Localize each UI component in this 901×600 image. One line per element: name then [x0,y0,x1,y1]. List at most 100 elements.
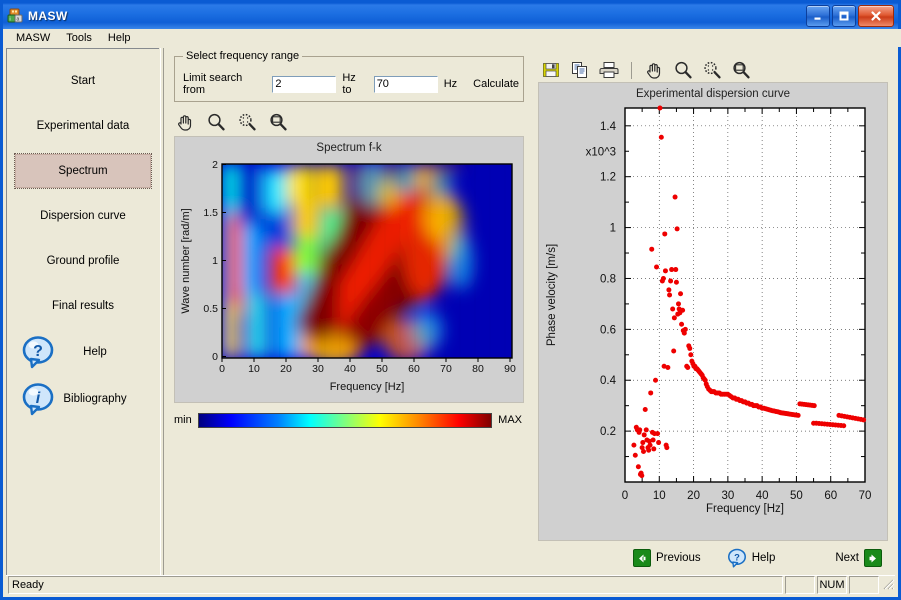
svg-text:1.2: 1.2 [600,172,616,184]
minimize-button[interactable] [806,5,830,27]
data-point [646,447,652,453]
app-window: i a MASW MASW Tools Help Start Experimen… [0,0,901,600]
svg-text:i: i [36,390,41,407]
svg-text:20: 20 [280,363,292,375]
svg-text:0.2: 0.2 [600,426,616,438]
zoom-fit-icon[interactable] [268,112,288,132]
data-point [673,267,679,273]
data-point [675,301,681,307]
sidebar-item-bibliography[interactable]: i Bibliography [15,379,151,419]
sidebar-item-help[interactable]: ? Help [15,332,151,372]
sidebar-item-final-results[interactable]: Final results [15,289,151,323]
previous-button[interactable]: Previous [632,549,701,567]
zoom-in-icon[interactable] [206,112,226,132]
svg-text:60: 60 [408,363,420,375]
zoom-out-icon[interactable] [237,112,257,132]
data-point [641,432,647,438]
frequency-from-input[interactable] [272,75,337,93]
data-point [662,268,668,274]
colorbar-max-label: MAX [498,414,522,426]
window-title: MASW [28,9,68,23]
arrow-left-icon [632,549,651,567]
next-button[interactable]: Next [835,549,882,567]
status-bar: Ready NUM [6,575,895,594]
spectrum-plot-title: Spectrum f-k [316,142,382,154]
pane-splitter[interactable] [159,48,164,576]
svg-text:40: 40 [756,490,769,502]
data-point [655,431,661,437]
data-point [685,365,691,371]
svg-text:1: 1 [212,255,218,267]
svg-text:50: 50 [790,490,803,502]
maximize-button[interactable] [832,5,856,27]
sidebar-item-start[interactable]: Start [15,64,151,98]
data-point [687,345,693,351]
sidebar-item-spectrum[interactable]: Spectrum [14,153,152,189]
data-point [632,452,638,458]
data-point [861,417,867,423]
data-point [666,287,672,293]
close-button[interactable] [858,5,894,27]
sidebar-item-ground-profile[interactable]: Ground profile [15,244,151,278]
data-point [650,437,656,443]
hz-to-label: Hz to [342,72,356,96]
dispersion-y-axis-label: Phase velocity [m/s] [546,244,558,346]
resize-grip[interactable] [881,577,895,593]
zoom-fit-icon[interactable] [731,60,751,80]
sidebar-item-experimental-data[interactable]: Experimental data [15,109,151,143]
question-balloon-icon: ? [21,335,55,369]
pan-hand-icon[interactable] [644,60,664,80]
data-point [651,446,657,452]
calculate-button[interactable]: Calculate [473,78,519,90]
menu-item-masw[interactable]: MASW [8,31,58,45]
print-icon[interactable] [599,60,619,80]
menu-bar: MASW Tools Help [3,29,901,47]
status-cell-3 [849,576,879,594]
help-label: Help [751,552,776,564]
spectrum-plot-panel[interactable]: Spectrum f-k 2 1.5 1 0.5 0 0 10 20 30 40… [174,136,524,403]
pan-hand-icon[interactable] [175,112,195,132]
svg-text:30: 30 [721,490,734,502]
sidebar-item-dispersion-curve[interactable]: Dispersion curve [15,199,151,233]
svg-text:a: a [17,17,20,23]
svg-text:?: ? [33,343,43,360]
svg-text:80: 80 [472,363,484,375]
spectrum-plot-svg: 2 1.5 1 0.5 0 0 10 20 30 40 50 60 70 80 90 [180,159,516,393]
question-balloon-icon: ? [727,548,746,568]
help-button[interactable]: ? Help [727,548,776,568]
menu-item-tools[interactable]: Tools [58,31,100,45]
data-point [665,365,671,371]
data-point [631,442,637,448]
copy-icon[interactable] [570,60,590,80]
sidebar-item-bibliography-label: Bibliography [63,393,127,405]
data-point [668,278,674,284]
data-point [671,348,677,354]
data-point [662,231,668,237]
save-icon[interactable] [541,60,561,80]
data-point [674,226,680,232]
dispersion-plot-title: Experimental dispersion curve [635,88,791,100]
svg-text:50: 50 [376,363,388,375]
data-point [841,423,847,429]
limit-search-from-label: Limit search from [183,72,243,96]
data-point [647,442,653,448]
previous-label: Previous [655,552,701,564]
data-point [680,307,686,313]
zoom-in-icon[interactable] [673,60,693,80]
zoom-out-icon[interactable] [702,60,722,80]
svg-text:70: 70 [440,363,452,375]
menu-item-help[interactable]: Help [100,31,139,45]
data-point [682,326,688,332]
svg-text:90: 90 [504,363,516,375]
dispersion-y-tick-labels: 0.2 0.4 0.6 0.8 1 1.2 1.4 [600,121,617,438]
data-point [679,321,685,327]
frequency-to-input[interactable] [373,75,438,93]
title-bar: i a MASW [3,3,898,29]
data-point [795,412,801,418]
colorbar-min-label: min [174,414,192,426]
svg-text:30: 30 [312,363,324,375]
svg-text:0.4: 0.4 [600,375,617,387]
svg-text:1.4: 1.4 [600,121,617,133]
dispersion-plot-panel[interactable]: Experimental dispersion curve 0 10 20 30 40 5… [538,82,888,541]
svg-text:0.6: 0.6 [600,324,616,336]
